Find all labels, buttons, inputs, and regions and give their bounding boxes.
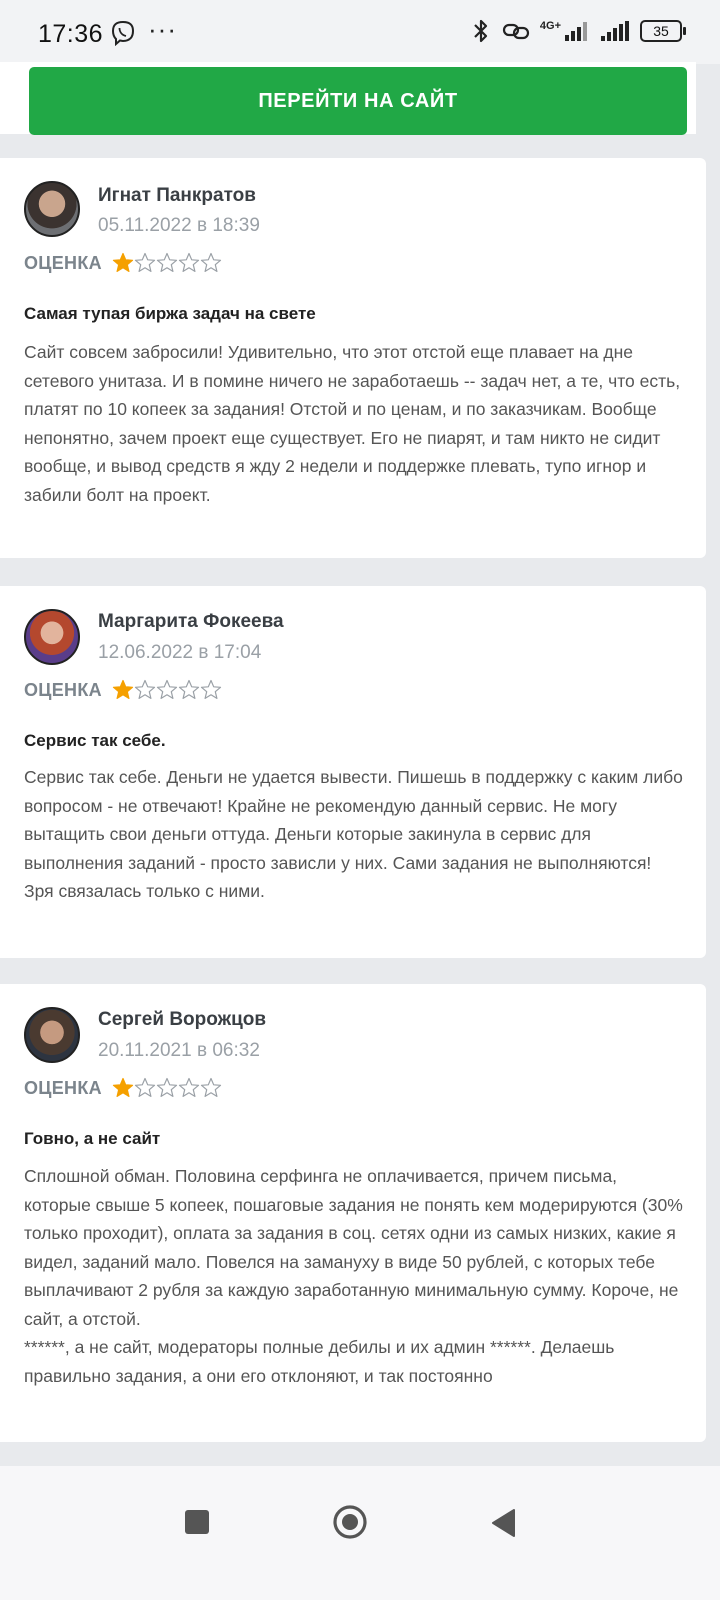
avatar [24, 181, 80, 237]
home-icon[interactable] [332, 1504, 368, 1540]
go-to-site-button[interactable]: ПЕРЕЙТИ НА САЙТ [29, 67, 687, 135]
review-date: 20.11.2021 в 06:32 [98, 1040, 260, 1061]
avatar [24, 609, 80, 665]
review-paragraph: Сплошной обман. Половина серфинга не опл… [24, 1166, 683, 1329]
star-filled-icon [112, 679, 134, 699]
back-icon[interactable] [490, 1508, 516, 1538]
rating-label: ОЦЕНКА [24, 679, 102, 700]
review-title: Сервис так себе. [24, 731, 166, 750]
star-empty-icon [178, 1077, 200, 1097]
star-empty-icon [134, 1077, 156, 1097]
star-empty-icon [200, 1077, 222, 1097]
star-rating [112, 1077, 222, 1099]
review-paragraph: Сайт совсем забросили! Удивительно, что … [24, 342, 681, 505]
star-filled-icon [112, 1077, 134, 1097]
review-title: Говно, а не сайт [24, 1129, 161, 1148]
rating-row: ОЦЕНКА [24, 1077, 222, 1099]
star-empty-icon [178, 679, 200, 699]
review-paragraph: ******, а не сайт, модераторы полные деб… [24, 1337, 615, 1386]
signal-4g-icon: 4G+ [540, 20, 590, 42]
signal-icon [601, 21, 629, 41]
review-body: Сайт совсем забросили! Удивительно, что … [24, 338, 684, 509]
review-title: Самая тупая биржа задач на свете [24, 304, 316, 323]
avatar [24, 1007, 80, 1063]
review-date: 12.06.2022 в 17:04 [98, 642, 262, 663]
star-empty-icon [156, 679, 178, 699]
review-date: 05.11.2022 в 18:39 [98, 215, 260, 236]
rating-row: ОЦЕНКА [24, 252, 222, 274]
battery-icon: 35 [640, 20, 686, 42]
more-notifications-icon: ··· [148, 14, 177, 44]
rating-label: ОЦЕНКА [24, 1077, 102, 1098]
status-indicators: 4G+ 35 [470, 18, 686, 44]
review-author[interactable]: Сергей Ворожцов [98, 1009, 266, 1031]
review-card: Сергей Ворожцов 20.11.2021 в 06:32 ОЦЕНК… [0, 984, 706, 1442]
status-bar: 17:36 ··· 4G+ 35 [0, 0, 720, 64]
star-rating [112, 252, 222, 274]
review-card: Маргарита Фокеева 12.06.2022 в 17:04 ОЦЕ… [0, 586, 706, 958]
recent-apps-icon[interactable] [184, 1509, 210, 1535]
review-author[interactable]: Маргарита Фокеева [98, 611, 284, 633]
link-icon [502, 23, 529, 40]
review-card: Игнат Панкратов 05.11.2022 в 18:39 ОЦЕНК… [0, 158, 706, 558]
review-body: Сплошной обман. Половина серфинга не опл… [24, 1162, 684, 1390]
star-empty-icon [134, 679, 156, 699]
star-filled-icon [112, 252, 134, 272]
star-empty-icon [156, 1077, 178, 1097]
system-navigation-bar [0, 1466, 720, 1600]
viber-icon [111, 20, 135, 46]
star-empty-icon [178, 252, 200, 272]
star-rating [112, 679, 222, 701]
network-type: 4G+ [539, 20, 561, 32]
star-empty-icon [156, 252, 178, 272]
star-empty-icon [200, 679, 222, 699]
rating-label: ОЦЕНКА [24, 252, 102, 273]
bluetooth-icon [474, 19, 487, 43]
star-empty-icon [200, 252, 222, 272]
review-paragraph: Сервис так себе. Деньги не удается вывес… [24, 767, 683, 901]
rating-row: ОЦЕНКА [24, 679, 222, 701]
review-body: Сервис так себе. Деньги не удается вывес… [24, 763, 684, 906]
status-time: 17:36 [38, 20, 104, 48]
review-author[interactable]: Игнат Панкратов [98, 185, 256, 207]
star-empty-icon [134, 252, 156, 272]
